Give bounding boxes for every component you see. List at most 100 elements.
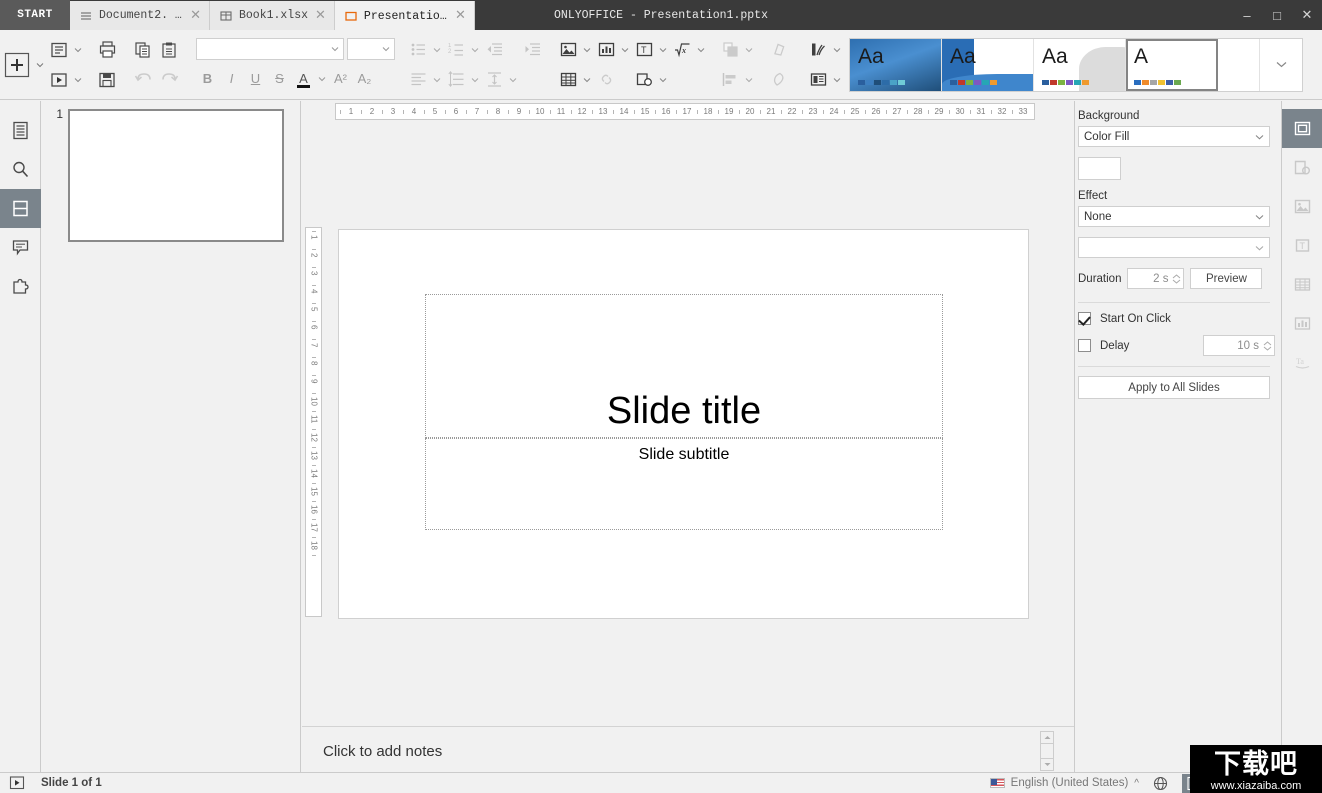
start-slideshow-button[interactable] — [46, 67, 72, 93]
chevron-up-icon[interactable]: ^ — [1134, 778, 1139, 789]
clear-style-button[interactable] — [765, 37, 791, 63]
language-indicator[interactable]: English (United States) ^ — [989, 777, 1139, 789]
color-scheme-button[interactable] — [805, 37, 831, 63]
copy-button[interactable] — [130, 37, 156, 63]
chevron-down-icon[interactable] — [34, 52, 46, 78]
save-button[interactable] — [94, 67, 120, 93]
align-shape-button[interactable] — [717, 67, 743, 93]
chevron-down-icon[interactable] — [316, 66, 328, 92]
strikethrough-button[interactable]: S — [268, 68, 291, 90]
chevron-down-icon[interactable] — [831, 67, 843, 93]
tab-book1-xlsx[interactable]: Book1.xlsx ✕ — [210, 1, 335, 30]
font-color-button[interactable]: A — [292, 68, 315, 90]
chevron-down-icon[interactable] — [743, 67, 755, 93]
insert-shape-button[interactable] — [631, 67, 657, 93]
chevron-down-icon[interactable] — [619, 37, 631, 63]
maximize-button[interactable]: □ — [1262, 0, 1292, 30]
chevron-down-icon[interactable] — [431, 67, 443, 93]
print-button[interactable] — [94, 37, 120, 63]
chevron-down-icon[interactable] — [1255, 242, 1264, 254]
chevron-down-icon[interactable] — [507, 67, 519, 93]
effect-select[interactable]: None — [1078, 206, 1270, 227]
notes-input[interactable]: Click to add notes — [303, 733, 1036, 773]
sidebar-item-comments[interactable] — [0, 228, 41, 267]
delay-stepper[interactable]: 10 s — [1203, 335, 1275, 356]
slide-thumbnail-1[interactable] — [68, 109, 284, 242]
font-size-input[interactable] — [347, 37, 395, 60]
chevron-down-icon[interactable] — [382, 43, 390, 55]
panel-table-settings[interactable] — [1282, 265, 1322, 304]
align-text-button[interactable] — [405, 67, 431, 93]
chevron-down-icon[interactable] — [657, 37, 669, 63]
close-icon[interactable]: ✕ — [190, 9, 201, 22]
insert-equation-button[interactable]: x — [669, 37, 695, 63]
chevron-down-icon[interactable] — [431, 37, 443, 63]
subscript-button[interactable]: A₂ — [353, 68, 376, 90]
insert-chart-button[interactable] — [593, 37, 619, 63]
chevron-down-icon[interactable] — [831, 37, 843, 63]
slide-canvas[interactable]: Slide title Slide subtitle — [338, 229, 1029, 619]
effect-variant-select[interactable] — [1078, 237, 1270, 258]
sidebar-item-plugins[interactable] — [0, 267, 41, 306]
increase-indent-button[interactable] — [519, 37, 545, 63]
panel-image-settings[interactable] — [1282, 187, 1322, 226]
decrease-indent-button[interactable] — [481, 37, 507, 63]
start-tab-button[interactable]: START — [0, 0, 70, 30]
chevron-down-icon[interactable] — [1255, 211, 1264, 223]
chevron-down-icon[interactable] — [331, 43, 339, 55]
paste-button[interactable] — [156, 37, 182, 63]
stepper-arrows[interactable] — [1263, 340, 1274, 351]
chevron-down-icon[interactable] — [695, 37, 707, 63]
slide-size-button[interactable] — [805, 67, 831, 93]
italic-button[interactable]: I — [220, 68, 243, 90]
tab-document2-docx[interactable]: Document2. docx ✕ — [70, 1, 210, 30]
copy-style-button[interactable] — [765, 67, 791, 93]
tab-presentation1-pptx[interactable]: Presentation1.⋯ ✕ — [334, 1, 475, 30]
redo-button[interactable] — [156, 67, 182, 93]
close-button[interactable]: ✕ — [1292, 0, 1322, 30]
sidebar-item-slides[interactable] — [0, 111, 41, 150]
undo-button[interactable] — [130, 67, 156, 93]
scrollbar-track[interactable] — [1040, 744, 1054, 758]
panel-text-settings[interactable]: T — [1282, 226, 1322, 265]
underline-button[interactable]: U — [244, 68, 267, 90]
insert-image-button[interactable] — [555, 37, 581, 63]
theme-dotted-blue[interactable]: Aa — [850, 38, 942, 91]
delay-checkbox[interactable] — [1078, 339, 1091, 352]
vertical-align-button[interactable] — [481, 67, 507, 93]
chevron-down-icon[interactable] — [657, 67, 669, 93]
chevron-down-icon[interactable] — [72, 67, 84, 93]
chevron-down-icon[interactable] — [581, 67, 593, 93]
panel-chart-settings[interactable] — [1282, 304, 1322, 343]
notes-scrollbar[interactable] — [1040, 731, 1054, 773]
sidebar-item-search[interactable] — [0, 150, 41, 189]
set-language-button[interactable] — [1149, 774, 1172, 793]
panel-slide-settings[interactable] — [1282, 109, 1322, 148]
panel-shape-settings[interactable] — [1282, 148, 1322, 187]
apply-to-all-slides-button[interactable]: Apply to All Slides — [1078, 376, 1270, 399]
panel-textart-settings[interactable]: Ta — [1282, 343, 1322, 382]
chevron-down-icon[interactable] — [469, 37, 481, 63]
background-color-swatch[interactable] — [1078, 157, 1121, 180]
horizontal-ruler[interactable]: 1 2 3 4 5 6 7 8 9 10 11 12 13 14 15 16 17 18 19 20 21 22 23 24 2… — [335, 103, 1035, 120]
minimize-button[interactable]: – — [1232, 0, 1262, 30]
start-presentation-button[interactable] — [5, 774, 28, 793]
bullets-button[interactable] — [405, 37, 431, 63]
superscript-button[interactable]: A² — [329, 68, 352, 90]
close-icon[interactable]: ✕ — [455, 9, 466, 22]
chevron-down-icon[interactable] — [1255, 131, 1264, 143]
background-fill-select[interactable]: Color Fill — [1078, 126, 1270, 147]
create-new-button[interactable] — [0, 48, 34, 82]
chevron-down-icon[interactable] — [743, 37, 755, 63]
chevron-down-icon[interactable] — [581, 37, 593, 63]
insert-hyperlink-button[interactable] — [593, 67, 619, 93]
line-spacing-button[interactable] — [443, 67, 469, 93]
scroll-up-button[interactable] — [1040, 731, 1054, 744]
theme-blank-white[interactable]: A — [1126, 38, 1218, 91]
duration-stepper[interactable]: 2 s — [1127, 268, 1185, 289]
insert-table-button[interactable] — [555, 67, 581, 93]
stepper-arrows[interactable] — [1172, 273, 1183, 284]
preview-button[interactable]: Preview — [1190, 268, 1263, 289]
add-slide-button[interactable] — [46, 37, 72, 63]
theme-wave-blue[interactable]: Aa — [942, 38, 1034, 91]
